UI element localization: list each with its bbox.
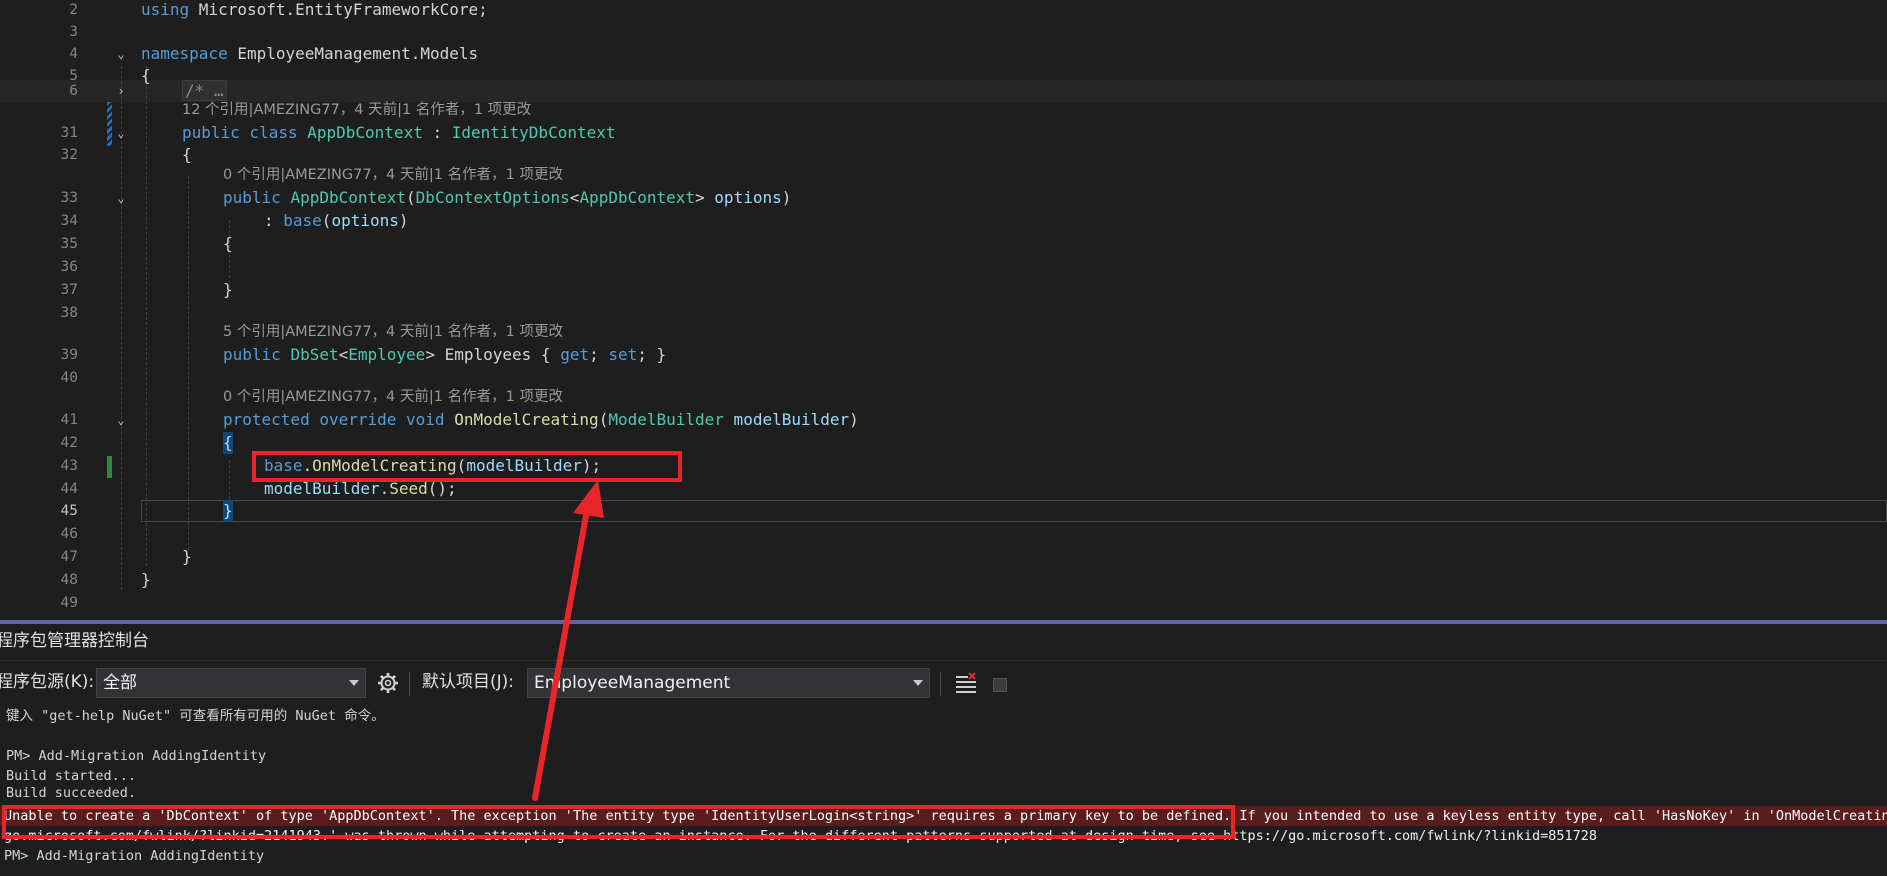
line-number: 6 [69,83,78,99]
line-number: 42 [60,435,78,451]
code-text: { [182,145,192,164]
code-line: 32 { [0,144,1887,166]
line-number: 49 [60,595,78,611]
code-line: 39 public DbSet<Employee> Employees { ge… [0,344,1887,366]
code-line: 46 [0,523,1887,545]
default-project-value: EmployeeManagement [534,673,731,693]
codelens-constructor[interactable]: 0 个引用|AMEZING77，4 天前|1 名作者，1 项更改 [223,164,563,186]
dropdown-arrow-icon [349,680,359,686]
code-line: 48 } [0,569,1887,591]
default-project-label: 默认项目(J): [422,672,515,692]
code-text: public AppDbContext(DbContextOptions<App… [223,188,792,207]
line-number: 33 [60,190,78,206]
toolbar-separator [409,672,410,696]
default-project-select[interactable]: EmployeeManagement [527,668,930,698]
panel-title: 程序包管理器控制台 [0,631,149,651]
code-text: { [223,234,233,253]
code-text: : base(options) [264,211,409,230]
line-number: 35 [60,236,78,252]
code-text: } [182,547,192,566]
console-line: PM> Add-Migration AddingIdentity [6,748,267,764]
line-number: 46 [60,526,78,542]
line-number: 41 [60,412,78,428]
console-line: PM> Add-Migration AddingIdentity [4,848,265,864]
line-number: 45 [60,503,78,519]
line-number: 3 [69,24,78,40]
fold-chevron-icon[interactable]: ⌄ [114,122,128,144]
line-number: 2 [69,2,78,18]
code-line: 35 { [0,233,1887,255]
code-line: 41 ⌄ protected override void OnModelCrea… [0,409,1887,431]
code-text: } [141,570,151,589]
console-output[interactable]: 键入 "get-help NuGet" 可查看所有可用的 NuGet 命令。 P… [0,704,1887,876]
console-toolbar: 程序包源(K): 全部 默认项目(J): EmployeeManagement [0,662,1887,702]
line-number: 4 [69,46,78,62]
fold-chevron-icon[interactable]: ⌄ [114,43,128,65]
settings-gear-icon[interactable] [377,672,399,694]
clear-console-icon[interactable] [954,672,978,694]
toolbar-separator [940,672,941,696]
line-number: 31 [60,125,78,141]
line-number: 48 [60,572,78,588]
line-number: 40 [60,370,78,386]
code-line: 2 using Microsoft.EntityFrameworkCore; [0,0,1887,21]
code-line: 49 [0,592,1887,614]
code-line: 31 ⌄ public class AppDbContext : Identit… [0,122,1887,144]
dropdown-arrow-icon [913,680,923,686]
codelens-method[interactable]: 0 个引用|AMEZING77，4 天前|1 名作者，1 项更改 [223,386,563,408]
package-source-label: 程序包源(K): [0,672,95,692]
codelens-property[interactable]: 5 个引用|AMEZING77，4 天前|1 名作者，1 项更改 [223,321,563,343]
code-text: public class AppDbContext : IdentityDbCo… [182,123,616,142]
line-number: 32 [60,147,78,163]
divider [0,660,1887,661]
console-line: Build succeeded. [6,785,137,801]
code-line: 3 [0,21,1887,43]
fold-chevron-icon[interactable]: ⌄ [114,187,128,209]
line-number: 36 [60,259,78,275]
code-line: 33 ⌄ public AppDbContext(DbContextOption… [0,187,1887,209]
code-text: } [223,280,233,299]
annotation-box-error [2,805,1235,839]
line-number: 38 [60,305,78,321]
annotation-box-code [252,451,682,482]
matched-brace: { [223,432,233,454]
code-line: 34 : base(options) [0,210,1887,232]
code-text: namespace EmployeeManagement.Models [141,44,479,63]
code-line: 36 [0,256,1887,278]
package-source-select[interactable]: 全部 [96,668,366,698]
code-line: 4 ⌄ namespace EmployeeManagement.Models [0,43,1887,65]
fold-chevron-icon[interactable]: › [114,80,128,102]
code-line: 47 } [0,546,1887,568]
line-number: 47 [60,549,78,565]
fold-chevron-icon[interactable]: ⌄ [114,409,128,431]
code-text: public DbSet<Employee> Employees { get; … [223,345,667,364]
matched-brace: } [223,500,233,522]
package-source-value: 全部 [103,673,137,693]
code-editor[interactable]: 2 using Microsoft.EntityFrameworkCore; 3… [0,0,1887,620]
code-text: using Microsoft.EntityFrameworkCore; [141,0,488,19]
stop-icon[interactable] [993,678,1007,692]
line-number: 39 [60,347,78,363]
line-number: 37 [60,282,78,298]
console-line: 键入 "get-help NuGet" 可查看所有可用的 NuGet 命令。 [6,708,385,724]
line-number: 34 [60,213,78,229]
code-text: protected override void OnModelCreating(… [223,410,859,429]
line-number: 44 [60,481,78,497]
codelens-class[interactable]: 12 个引用|AMEZING77，4 天前|1 名作者，1 项更改 [182,99,531,121]
line-number: 43 [60,458,78,474]
code-line: 37 } [0,279,1887,301]
code-line: 45 } [0,500,1887,522]
